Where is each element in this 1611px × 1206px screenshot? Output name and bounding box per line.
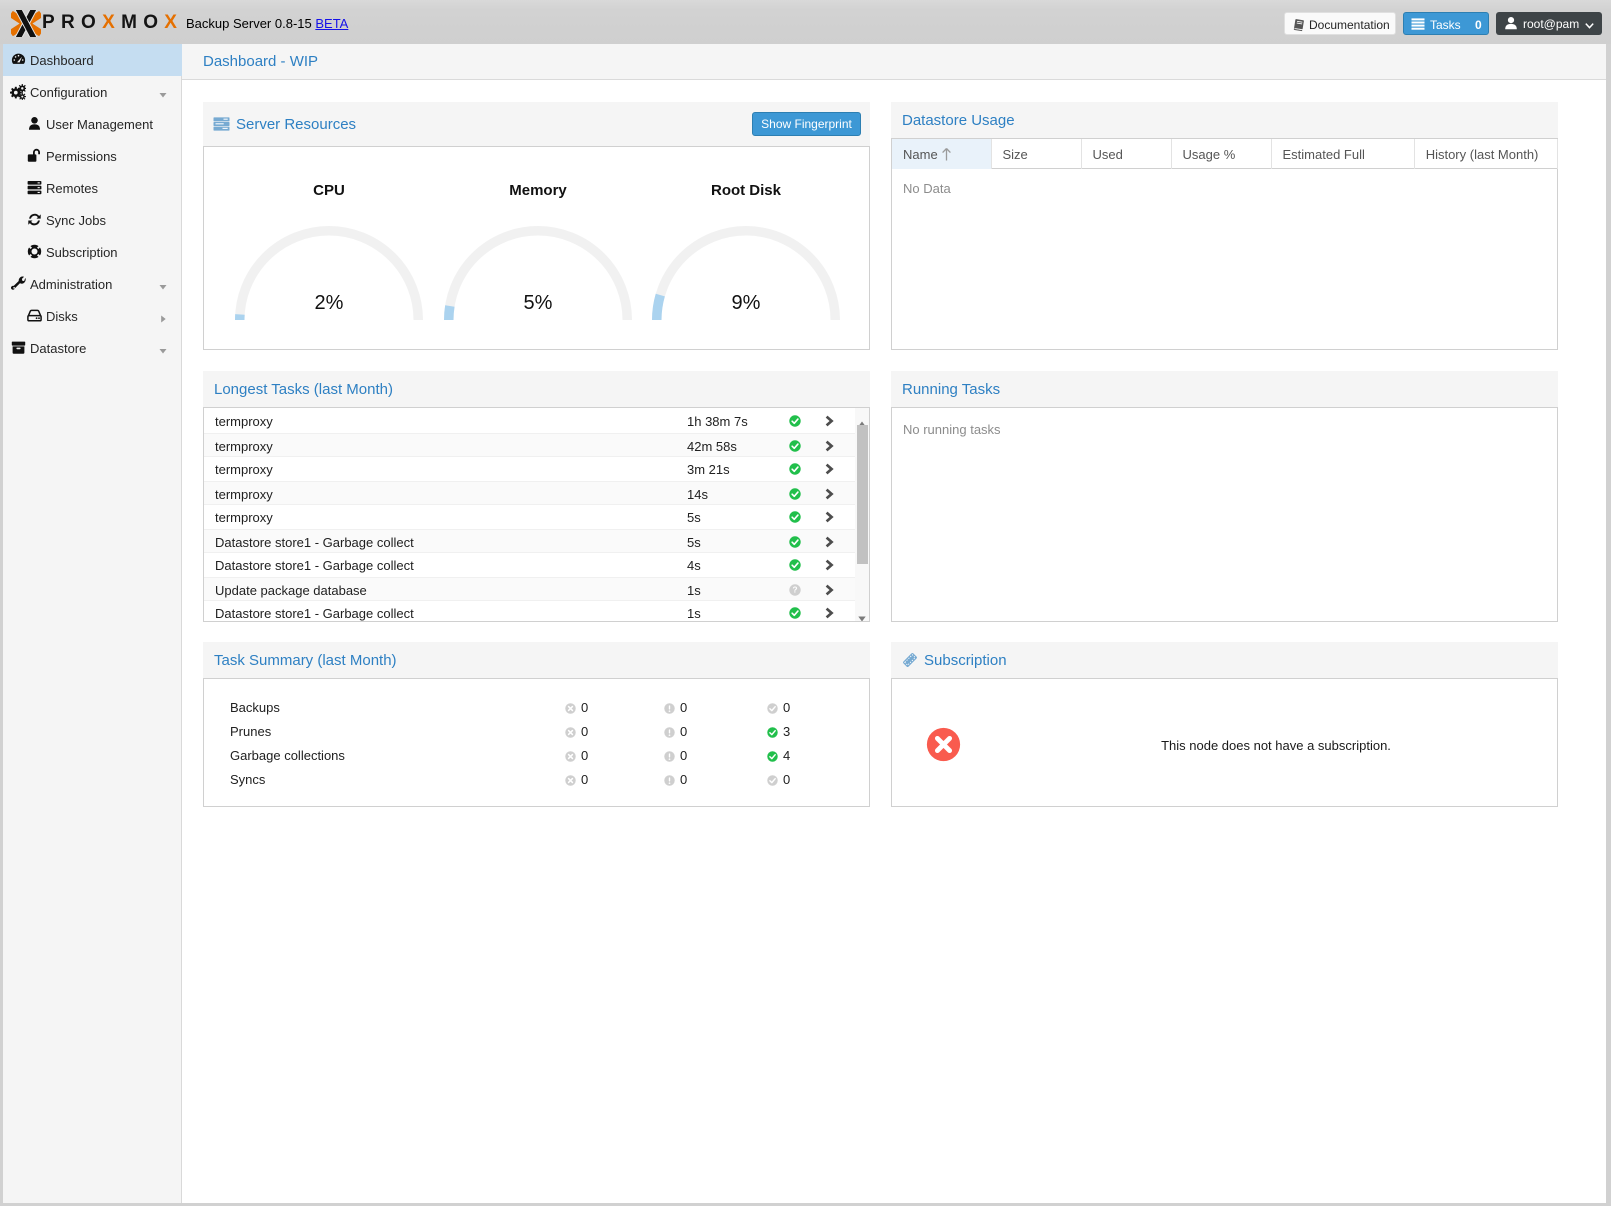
svg-text:?: ? <box>792 586 797 595</box>
